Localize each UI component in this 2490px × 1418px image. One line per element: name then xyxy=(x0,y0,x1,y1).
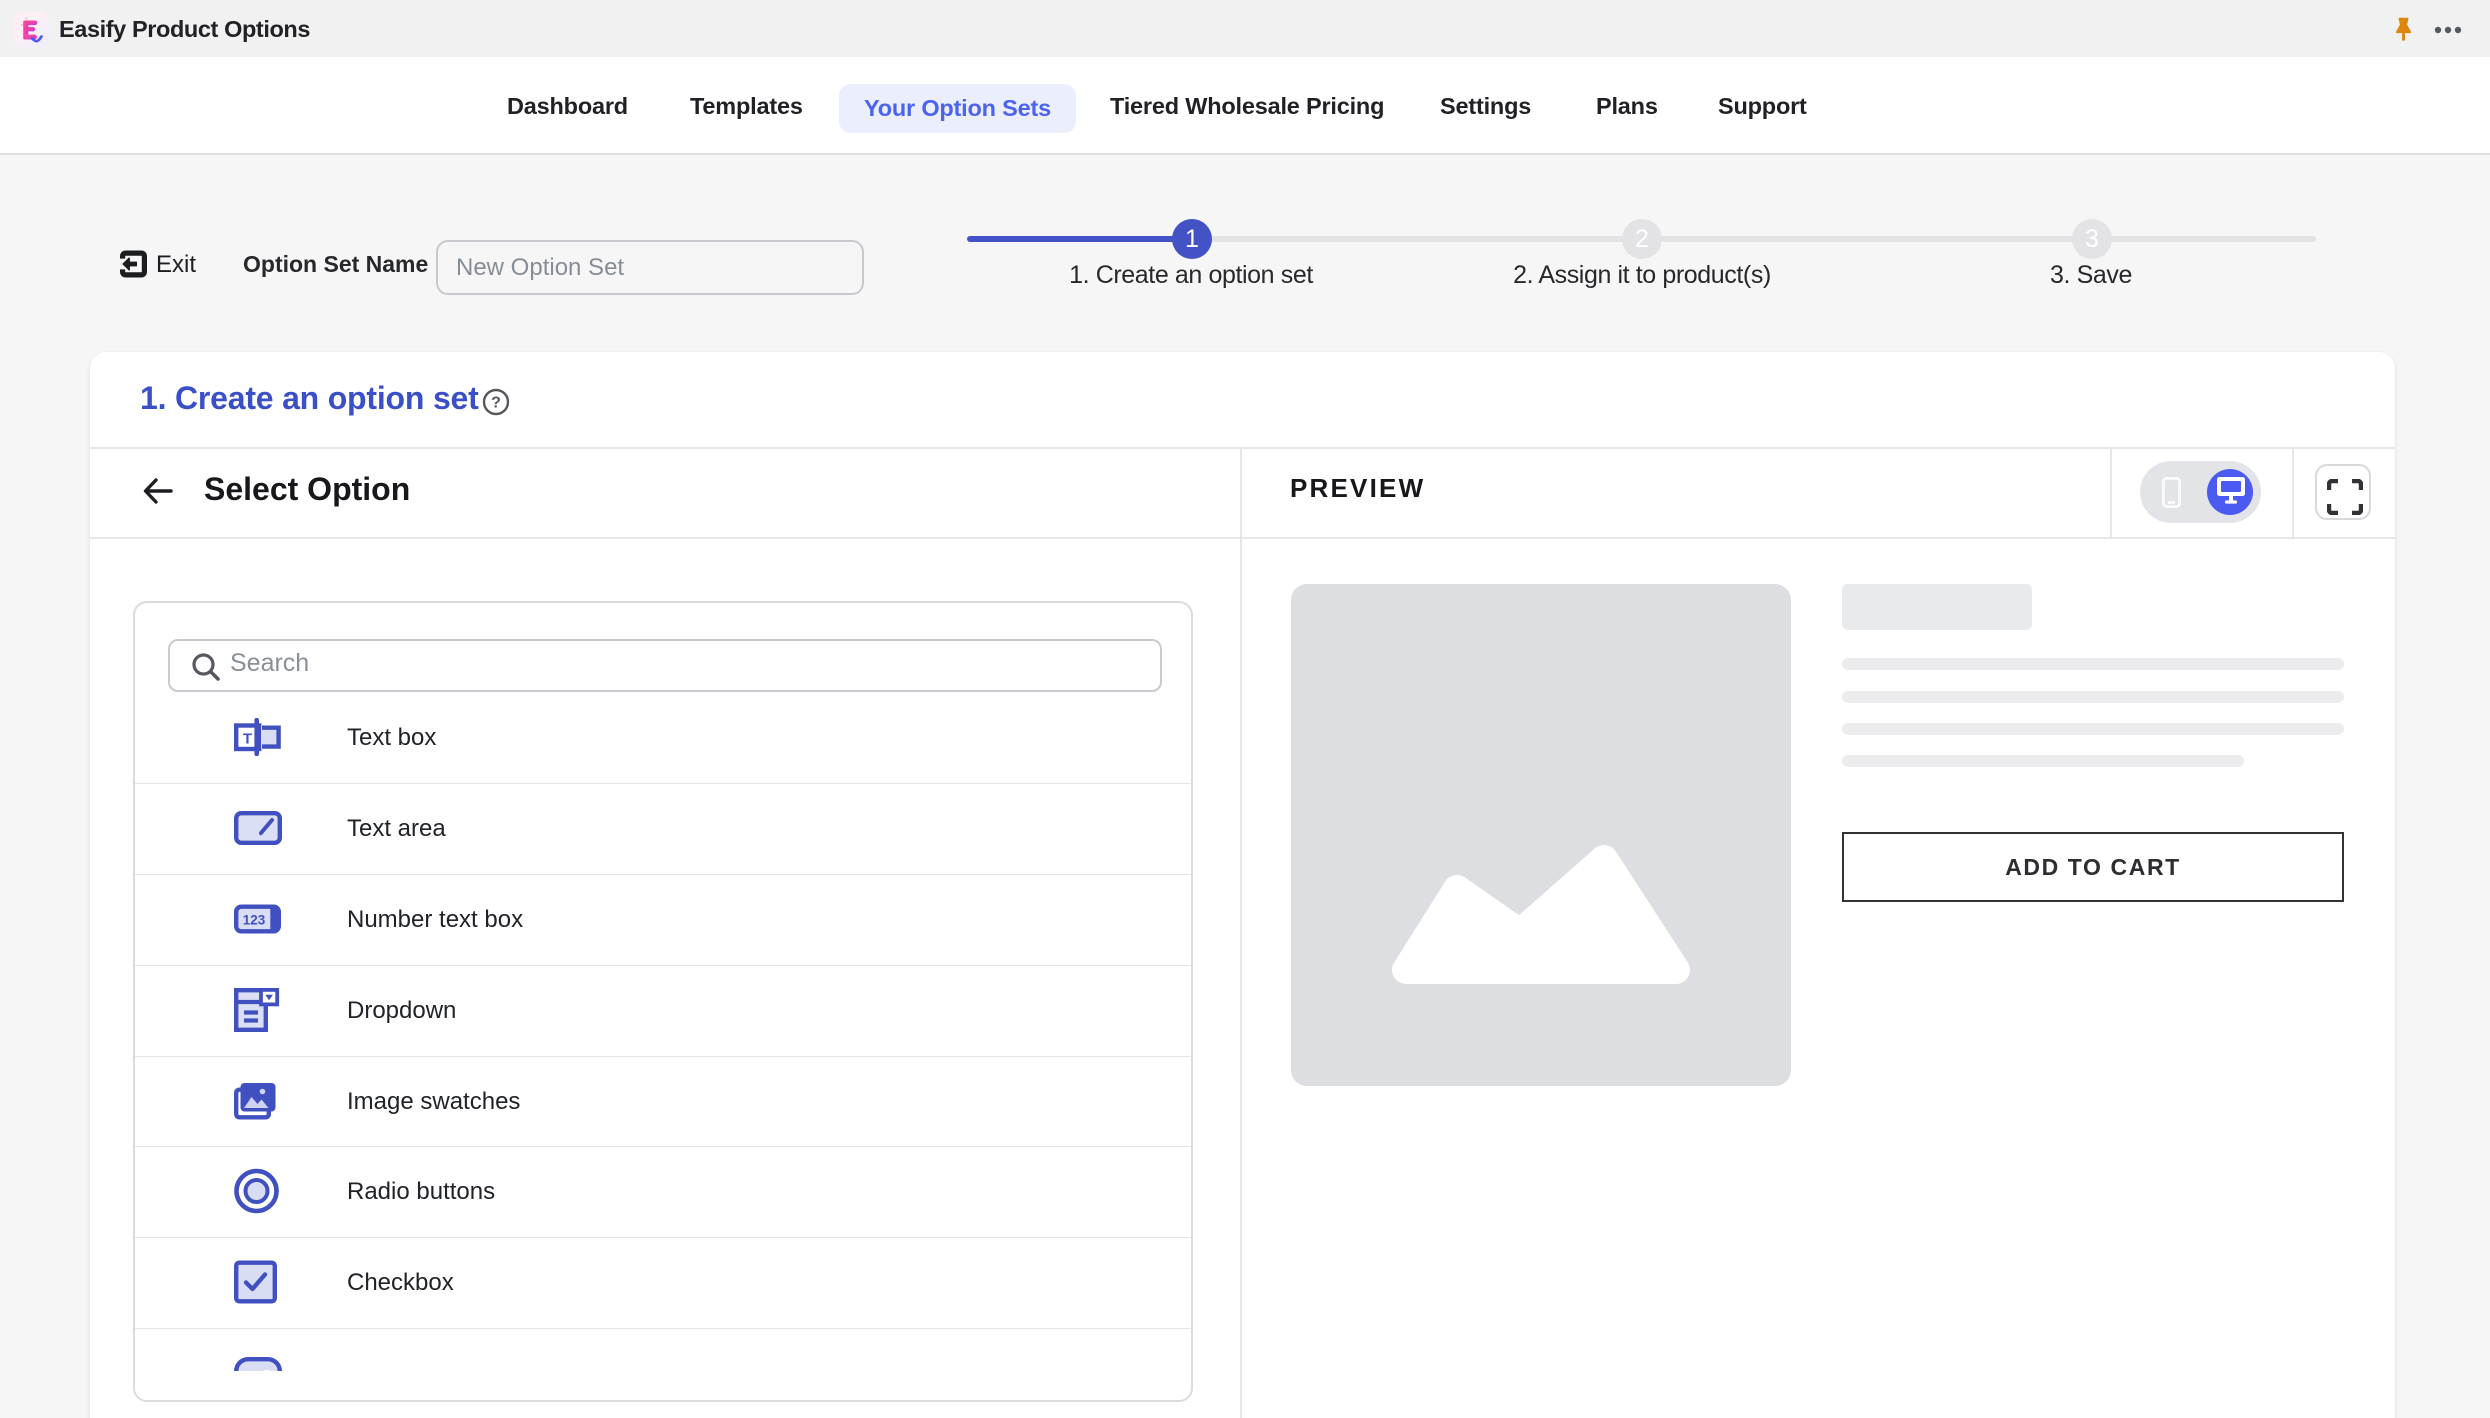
svg-text:?: ? xyxy=(491,395,501,412)
svg-text:123: 123 xyxy=(243,913,266,928)
svg-text:T: T xyxy=(243,731,252,748)
